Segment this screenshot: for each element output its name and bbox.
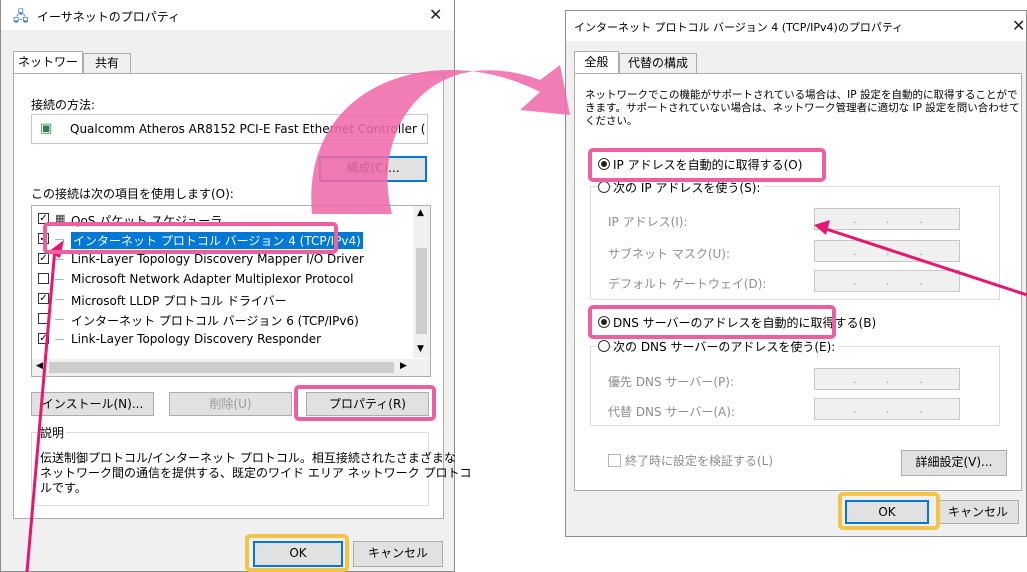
items-label: この接続は次の項目を使用します(O): xyxy=(31,187,234,201)
vertical-scrollbar[interactable]: ▲ ▼ xyxy=(413,206,430,358)
alternate-dns-field: ... xyxy=(814,398,960,420)
gateway-dots: ... xyxy=(853,277,953,288)
scroll-thumb[interactable] xyxy=(416,248,427,334)
list-item-label: Microsoft Network Adapter Multiplexor Pr… xyxy=(71,272,354,286)
left-title-bar: 🖧 イーサネットのプロパティ ✕ xyxy=(1,0,454,30)
network-protocol-icon: ⏤ xyxy=(55,312,64,325)
tab-sharing-label: 共有 xyxy=(94,56,119,70)
network-protocol-icon: ⏤ xyxy=(55,332,64,345)
highlight-left-ok xyxy=(245,534,349,572)
left-dialog-title: イーサネットのプロパティ xyxy=(37,10,181,24)
tab-alternate-config[interactable]: 代替の構成 xyxy=(619,53,697,74)
scroll-left-icon[interactable]: ◀ xyxy=(36,361,43,371)
ip-address-field: ... xyxy=(814,208,960,230)
description-text-line2: ネットワーク間の通信を提供する、既定のワイド エリア ネットワーク プロトコ xyxy=(40,466,472,480)
checkbox-checked[interactable]: ✓ xyxy=(38,333,49,344)
right-title-bar: インターネット プロトコル バージョン 4 (TCP/IPv4)のプロパティ ✕ xyxy=(566,11,1026,41)
tab-sharing[interactable]: 共有 xyxy=(83,53,131,74)
right-cancel-button[interactable]: キャンセル xyxy=(937,500,1019,524)
checkbox-unchecked[interactable] xyxy=(38,313,49,324)
default-gateway-field: ... xyxy=(814,270,960,292)
intro-text-line2: きます。サポートされていない場合は、ネットワーク管理者に適切な IP 設定を問い… xyxy=(585,102,1020,114)
configure-button[interactable]: 構成(C)... xyxy=(319,156,427,182)
highlight-auto-ip xyxy=(588,148,826,182)
install-button[interactable]: インストール(N)... xyxy=(31,392,154,416)
description-label: 説明 xyxy=(38,424,67,441)
validate-checkbox xyxy=(608,454,621,467)
scroll-down-icon[interactable]: ▼ xyxy=(417,344,424,354)
validate-checkbox-label: 終了時に設定を検証する(L) xyxy=(625,454,774,468)
ip-dots: ... xyxy=(853,215,953,226)
network-protocol-icon: ⏤ xyxy=(55,292,64,305)
highlight-properties-button xyxy=(294,385,436,421)
description-text-line3: ルです。 xyxy=(40,481,87,495)
subnet-mask-field: ... xyxy=(814,240,960,262)
scroll-right-icon[interactable]: ▶ xyxy=(400,361,407,371)
default-gateway-label: デフォルト ゲートウェイ(D): xyxy=(608,277,767,291)
list-item[interactable]: ✓ ⏤ Microsoft LLDP プロトコル ドライバー xyxy=(38,290,418,310)
general-tab-panel: ネットワークでこの機能がサポートされている場合は、IP 設定を自動的に取得するこ… xyxy=(574,73,1022,491)
list-item-label: インターネット プロトコル バージョン 6 (TCP/IPv6) xyxy=(71,314,359,328)
left-cancel-button[interactable]: キャンセル xyxy=(353,541,443,567)
preferred-dns-field: ... xyxy=(814,368,960,390)
tab-general[interactable]: 全般 xyxy=(574,51,619,74)
scroll-up-icon[interactable]: ▲ xyxy=(417,208,424,218)
advanced-button[interactable]: 詳細設定(V)... xyxy=(901,450,1007,476)
right-dialog-title: インターネット プロトコル バージョン 4 (TCP/IPv4)のプロパティ xyxy=(574,21,904,34)
close-icon[interactable]: ✕ xyxy=(1012,16,1025,35)
ip-address-label: IP アドレス(I): xyxy=(608,215,688,229)
manual-dns-radio[interactable] xyxy=(598,340,610,352)
subnet-mask-label: サブネット マスク(U): xyxy=(608,247,731,261)
manual-ip-radio[interactable] xyxy=(598,181,610,193)
highlight-right-ok xyxy=(838,492,940,530)
adapter-icon: ▣ xyxy=(40,121,53,136)
tab-network[interactable]: ネットワーク xyxy=(13,51,83,90)
manual-dns-radio-label[interactable]: 次の DNS サーバーのアドレスを使う(E): xyxy=(613,338,840,355)
close-icon[interactable]: ✕ xyxy=(429,5,442,24)
uninstall-button: 削除(U) xyxy=(169,392,292,416)
highlight-ipv4-item xyxy=(43,222,338,254)
list-item[interactable]: ⏤ Microsoft Network Adapter Multiplexor P… xyxy=(38,270,418,290)
list-item-label: Link-Layer Topology Discovery Mapper I/O… xyxy=(71,252,364,266)
connect-using-label: 接続の方法: xyxy=(31,98,96,112)
tab-general-label: 全般 xyxy=(584,55,609,69)
list-item-label: Link-Layer Topology Discovery Responder xyxy=(71,332,322,346)
ethernet-properties-dialog: 🖧 イーサネットのプロパティ ✕ ネットワーク 共有 接続の方法: ▣ Qual… xyxy=(0,0,471,572)
preferred-dns-dots: ... xyxy=(853,375,953,386)
list-item[interactable]: ⏤ インターネット プロトコル バージョン 6 (TCP/IPv6) xyxy=(38,310,418,330)
alternate-dns-dots: ... xyxy=(853,405,953,416)
checkbox-unchecked[interactable] xyxy=(38,273,49,284)
alternate-dns-label: 代替 DNS サーバー(A): xyxy=(608,405,735,419)
network-protocol-icon: ⏤ xyxy=(55,252,64,265)
scroll-thumb-h[interactable] xyxy=(49,362,394,373)
subnet-dots: ... xyxy=(853,247,953,258)
ethernet-icon: 🖧 xyxy=(13,9,29,25)
preferred-dns-label: 優先 DNS サーバー(P): xyxy=(608,375,734,389)
intro-text-line3: ください。 xyxy=(585,115,638,127)
network-protocol-icon: ⏤ xyxy=(55,272,64,285)
network-tab-panel: 接続の方法: ▣ Qualcomm Atheros AR8152 PCI-E F… xyxy=(13,73,471,519)
list-item-label: Microsoft LLDP プロトコル ドライバー xyxy=(71,294,287,308)
ipv4-properties-dialog: インターネット プロトコル バージョン 4 (TCP/IPv4)のプロパティ ✕… xyxy=(565,10,1027,537)
list-item[interactable]: ✓ ⏤ Link-Layer Topology Discovery Responde… xyxy=(38,330,418,350)
adapter-box: ▣ Qualcomm Atheros AR8152 PCI-E Fast Eth… xyxy=(31,114,428,144)
adapter-name: Qualcomm Atheros AR8152 PCI-E Fast Ether… xyxy=(70,122,425,136)
highlight-auto-dns xyxy=(588,305,836,339)
tab-alternate-config-label: 代替の構成 xyxy=(627,56,688,70)
checkbox-checked[interactable]: ✓ xyxy=(38,253,49,264)
horizontal-scrollbar[interactable]: ◀ ▶ xyxy=(32,359,430,376)
checkbox-checked[interactable]: ✓ xyxy=(38,293,49,304)
